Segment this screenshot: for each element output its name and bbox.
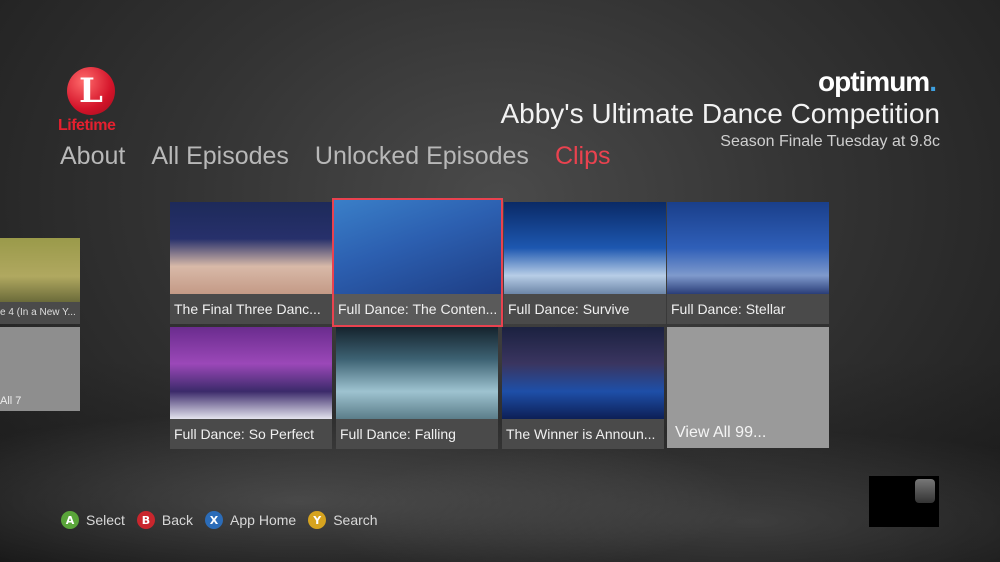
clip-thumbnail — [667, 202, 829, 294]
clip-thumbnail — [170, 202, 332, 294]
hint-app-home[interactable]: X App Home — [205, 511, 296, 529]
clip-caption: Full Dance: Falling — [336, 419, 498, 449]
hint-label: App Home — [230, 512, 297, 528]
clip-tile-1[interactable]: The Final Three Danc... — [170, 202, 332, 324]
view-all-tile[interactable]: View All 99... — [667, 327, 829, 448]
hint-select[interactable]: A Select — [61, 511, 125, 529]
clip-thumbnail — [504, 202, 666, 294]
hint-label: Back — [161, 512, 194, 528]
b-button-icon: B — [136, 511, 155, 529]
clip-tile-3[interactable]: Full Dance: Survive — [504, 202, 666, 324]
show-title: Abby's Ultimate Dance Competition — [500, 98, 940, 129]
tab-clips[interactable]: Clips — [555, 142, 611, 171]
x-button-icon: X — [205, 511, 224, 529]
partial-episode-thumbnail[interactable] — [0, 238, 80, 302]
partial-episode-caption: e 4 (In a New Y... — [0, 302, 80, 324]
clip-tile-4[interactable]: Full Dance: Stellar — [667, 202, 829, 324]
tab-all-episodes[interactable]: All Episodes — [151, 142, 289, 171]
clip-caption: Full Dance: Stellar — [667, 294, 829, 324]
lifetime-logo: L — [67, 67, 115, 115]
hint-label: Search — [333, 512, 378, 528]
clip-tile-6[interactable]: Full Dance: Falling — [336, 327, 498, 449]
clip-tile-5[interactable]: Full Dance: So Perfect — [170, 327, 332, 449]
tab-unlocked-episodes[interactable]: Unlocked Episodes — [315, 142, 529, 171]
hint-label: Select — [86, 512, 125, 528]
clip-caption: Full Dance: Survive — [504, 294, 666, 324]
optimum-logo-dot: . — [929, 66, 937, 97]
clip-caption: Full Dance: The Conten... — [334, 294, 501, 325]
show-subtitle: Season Finale Tuesday at 9.8c — [720, 133, 940, 150]
clip-caption: The Final Three Danc... — [170, 294, 332, 324]
partial-view-all-label: All 7 — [0, 395, 22, 407]
clip-thumbnail — [502, 327, 664, 419]
stage-floor-background — [0, 360, 1000, 562]
lifetime-logo-symbol: L — [79, 71, 103, 111]
hint-search[interactable]: Y Search — [308, 511, 378, 529]
clip-thumbnail — [170, 327, 332, 419]
optimum-logo: optimum. — [818, 66, 937, 98]
controller-hints: A Select B Back X App Home Y Search — [61, 511, 378, 529]
clip-thumbnail — [334, 200, 501, 294]
hint-back[interactable]: B Back — [136, 511, 194, 529]
clip-tile-7[interactable]: The Winner is Announ... — [502, 327, 664, 449]
clip-thumbnail — [336, 327, 498, 419]
a-button-icon: A — [61, 511, 79, 529]
partial-view-all-tile[interactable]: All 7 — [0, 327, 80, 411]
nav-tabs: About All Episodes Unlocked Episodes Cli… — [60, 142, 611, 171]
clip-tile-2-selected[interactable]: Full Dance: The Conten... — [332, 198, 503, 327]
clip-caption: Full Dance: So Perfect — [170, 419, 332, 449]
y-button-icon: Y — [308, 511, 327, 529]
camera-preview — [869, 476, 939, 527]
tab-about[interactable]: About — [60, 142, 125, 171]
view-all-label: View All 99... — [675, 424, 767, 441]
optimum-logo-text: optimum — [818, 66, 930, 97]
person-silhouette-icon — [915, 479, 935, 503]
clip-caption: The Winner is Announ... — [502, 419, 664, 449]
lifetime-logo-text: Lifetime — [58, 117, 116, 134]
